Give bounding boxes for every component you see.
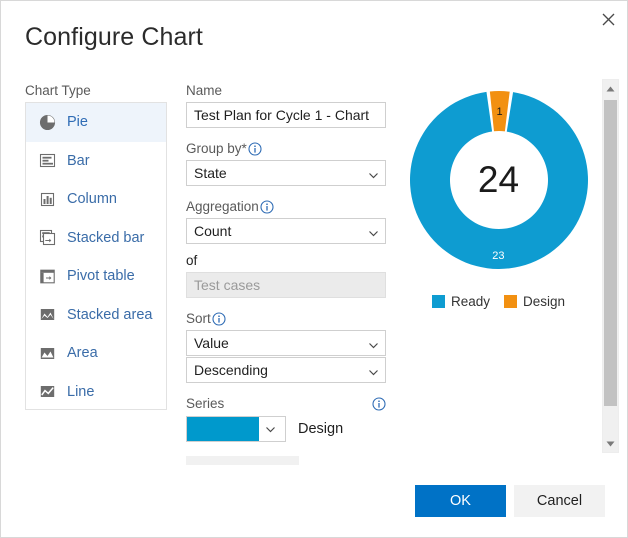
pivot-table-icon <box>40 269 55 284</box>
name-input[interactable] <box>186 102 386 128</box>
sort-order-value[interactable] <box>186 357 386 383</box>
chevron-down-icon <box>259 417 285 441</box>
legend-item-ready[interactable]: Ready <box>431 294 490 309</box>
chart-type-label-area: Area <box>67 345 98 362</box>
name-field-label: Name <box>186 83 223 98</box>
chart-type-label-stacked-area: Stacked area <box>67 306 153 323</box>
chart-preview: 23 1 24 Ready Design <box>401 89 596 309</box>
line-chart-icon <box>40 386 55 398</box>
info-icon[interactable] <box>212 311 226 326</box>
series-next-row-partial <box>186 456 299 465</box>
close-button[interactable] <box>591 3 625 35</box>
chart-type-item-pivot-table[interactable]: Pivot table <box>26 257 166 296</box>
info-icon[interactable] <box>372 396 386 411</box>
chart-type-item-pie[interactable]: Pie <box>26 103 166 142</box>
scroll-up-arrow-icon[interactable] <box>603 80 618 97</box>
area-chart-icon <box>40 347 55 359</box>
series-row: Design <box>186 416 386 442</box>
close-icon <box>602 13 615 26</box>
chart-type-item-stacked-bar[interactable]: Stacked bar <box>26 219 166 258</box>
donut-chart-svg: 23 1 <box>409 91 588 269</box>
donut-label-design: 1 <box>496 106 502 118</box>
dialog-scrollbar[interactable] <box>602 79 619 453</box>
scrollbar-thumb[interactable] <box>604 100 617 406</box>
sort-order-select[interactable] <box>186 357 386 383</box>
configure-chart-dialog: Configure Chart Chart Type Name Pie Bar <box>0 0 628 538</box>
chart-type-list[interactable]: Pie Bar Column Stacked bar Pivot table S… <box>25 102 167 410</box>
info-icon[interactable] <box>248 141 262 156</box>
sort-field-value[interactable] <box>186 330 386 356</box>
group-by-label-text: Group by* <box>186 141 247 156</box>
footer-divider <box>2 468 626 469</box>
aggregation-label-text: Aggregation <box>186 199 259 214</box>
chart-settings-form: Group by* Aggregation <box>186 102 386 465</box>
chart-type-label-stacked-bar: Stacked bar <box>67 229 145 246</box>
cancel-button[interactable]: Cancel <box>514 485 605 517</box>
aggregation-of-field <box>186 272 386 298</box>
aggregation-label: Aggregation <box>186 199 386 214</box>
aggregation-value[interactable] <box>186 218 386 244</box>
chart-legend: Ready Design <box>401 294 596 309</box>
info-icon[interactable] <box>260 199 274 214</box>
chart-type-item-column[interactable]: Column <box>26 180 166 219</box>
sort-field-select[interactable] <box>186 330 386 356</box>
stacked-bar-chart-icon <box>39 230 56 246</box>
chart-type-label-column: Column <box>67 191 117 208</box>
sort-label-text: Sort <box>186 311 211 326</box>
sort-label: Sort <box>186 311 386 326</box>
group-by-select[interactable] <box>186 160 386 186</box>
group-by-value[interactable] <box>186 160 386 186</box>
series-name: Design <box>298 421 344 437</box>
series-label-row: Series <box>186 396 386 411</box>
bar-chart-icon <box>39 154 56 168</box>
chart-type-item-line[interactable]: Line <box>26 373 166 410</box>
chart-type-label-line: Line <box>67 383 95 400</box>
chart-type-section-label: Chart Type <box>25 83 91 98</box>
aggregation-of-label: of <box>186 253 198 268</box>
series-color-picker[interactable] <box>186 416 286 442</box>
pie-chart-icon <box>39 114 56 130</box>
aggregation-select[interactable] <box>186 218 386 244</box>
donut-chart: 23 1 24 <box>408 89 590 271</box>
chart-type-item-area[interactable]: Area <box>26 334 166 373</box>
series-color-swatch <box>187 417 259 441</box>
scroll-down-arrow-icon[interactable] <box>603 435 618 452</box>
ok-button[interactable]: OK <box>415 485 506 517</box>
legend-label-ready: Ready <box>450 294 490 309</box>
chart-type-label-pie: Pie <box>67 114 88 131</box>
stacked-area-chart-icon <box>40 309 55 321</box>
dialog-title: Configure Chart <box>25 23 203 51</box>
series-label: Series <box>186 396 225 411</box>
chart-type-label-bar: Bar <box>67 152 90 169</box>
donut-label-ready: 23 <box>492 250 504 262</box>
legend-color-design <box>504 295 517 308</box>
legend-color-ready <box>431 295 445 308</box>
group-by-label: Group by* <box>186 141 386 156</box>
chart-type-label-pivot-table: Pivot table <box>67 268 135 285</box>
legend-label-design: Design <box>523 294 566 309</box>
legend-item-design[interactable]: Design <box>504 294 565 309</box>
chart-type-item-stacked-area[interactable]: Stacked area <box>26 296 166 335</box>
column-chart-icon <box>40 192 55 206</box>
chart-type-item-bar[interactable]: Bar <box>26 142 166 181</box>
